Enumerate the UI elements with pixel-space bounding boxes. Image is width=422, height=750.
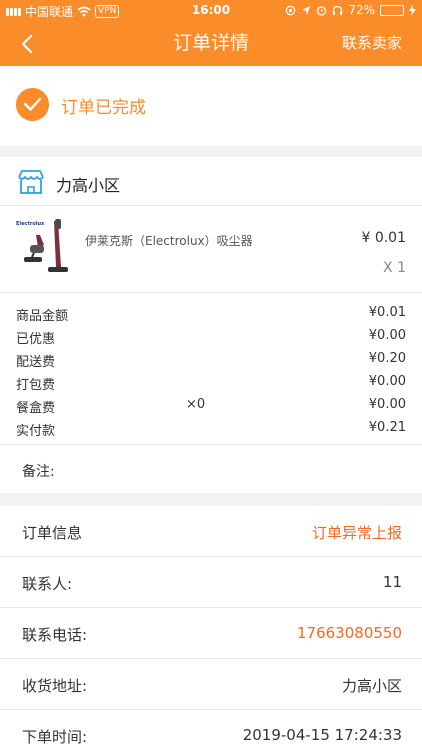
fee-value: ¥0.00 xyxy=(368,328,406,343)
fee-row: 商品金额 ¥0.01 xyxy=(0,301,422,325)
fee-summary: 商品金额 ¥0.01 已优惠 ¥0.00 配送费 ¥0.20 打包费 ¥0.00… xyxy=(0,293,422,445)
fee-row: 餐盒费 ×0 ¥0.00 xyxy=(0,393,422,417)
report-exception-button[interactable]: 订单异常上报 xyxy=(312,522,402,543)
vacuum-image xyxy=(24,219,68,272)
fee-multiplier: ×0 xyxy=(186,397,206,412)
fee-label: 实付款 xyxy=(16,424,56,439)
product-item[interactable]: Electrolux 伊莱克斯（Electrolux）吸尘器 ¥ 0.01 X … xyxy=(0,207,422,293)
fee-row: 实付款 ¥0.21 xyxy=(0,416,422,440)
fee-value: ¥0.01 xyxy=(368,305,406,320)
product-quantity: X 1 xyxy=(383,260,406,276)
fee-row: 配送费 ¥0.20 xyxy=(0,347,422,371)
alarm-icon xyxy=(317,5,327,16)
headphones-icon xyxy=(333,5,343,15)
phone-link[interactable]: 17663080550 xyxy=(297,624,402,642)
checkmark-circle-icon xyxy=(16,88,49,121)
store-order-card: 力高小区 Electrolux 伊莱克斯（Electrolux）吸尘器 ¥ 0.… xyxy=(0,157,422,493)
charging-icon xyxy=(409,4,416,16)
fee-value: ¥0.21 xyxy=(368,420,406,435)
fee-label: 打包费 xyxy=(16,378,56,393)
product-name: 伊莱克斯（Electrolux）吸尘器 xyxy=(85,234,253,248)
contact-seller-button[interactable]: 联系卖家 xyxy=(342,22,402,64)
fee-value: ¥0.20 xyxy=(368,351,406,366)
fee-label: 已优惠 xyxy=(16,332,56,347)
remark-label: 备注: xyxy=(22,464,55,480)
battery-icon xyxy=(380,4,404,16)
fee-value: ¥0.00 xyxy=(368,397,406,412)
fee-label: 商品金额 xyxy=(16,309,69,324)
contact-person-value: 11 xyxy=(382,573,402,591)
contact-person-label: 联系人: xyxy=(22,575,73,593)
order-time-row: 下单时间: 2019-04-15 17:24:33 xyxy=(0,710,422,750)
navigation-bar: 订单详情 联系卖家 xyxy=(0,22,422,66)
order-info-card: 订单信息 订单异常上报 联系人: 11 联系电话: 17663080550 收货… xyxy=(0,506,422,750)
order-info-title: 订单信息 xyxy=(22,524,83,542)
order-info-header: 订单信息 订单异常上报 xyxy=(0,506,422,557)
orientation-lock-icon xyxy=(285,5,296,15)
store-header[interactable]: 力高小区 xyxy=(0,157,422,206)
order-status-text: 订单已完成 xyxy=(61,98,146,118)
fee-label: 配送费 xyxy=(16,355,56,370)
address-value: 力高小区 xyxy=(341,677,402,695)
order-time-value: 2019-04-15 17:24:33 xyxy=(242,726,402,744)
order-status-card: 订单已完成 xyxy=(0,66,422,146)
address-label: 收货地址: xyxy=(22,677,88,695)
location-icon xyxy=(302,5,311,15)
address-row: 收货地址: 力高小区 xyxy=(0,659,422,710)
fee-label: 餐盒费 xyxy=(16,401,56,416)
fee-value: ¥0.00 xyxy=(368,374,406,389)
status-bar: 中国联通 VPN 16:00 72% xyxy=(0,0,422,22)
store-name: 力高小区 xyxy=(56,176,121,195)
product-thumbnail: Electrolux xyxy=(14,217,76,279)
remark-row: 备注: xyxy=(0,446,422,493)
shop-icon xyxy=(18,170,44,194)
fee-row: 打包费 ¥0.00 xyxy=(0,370,422,394)
contact-person-row: 联系人: 11 xyxy=(0,557,422,608)
order-time-label: 下单时间: xyxy=(22,728,88,746)
phone-row: 联系电话: 17663080550 xyxy=(0,608,422,659)
fee-row: 已优惠 ¥0.00 xyxy=(0,324,422,348)
battery-percent: 72% xyxy=(348,3,375,17)
phone-label: 联系电话: xyxy=(22,626,88,644)
product-price: ¥ 0.01 xyxy=(361,230,406,246)
status-right: 72% xyxy=(285,3,416,17)
